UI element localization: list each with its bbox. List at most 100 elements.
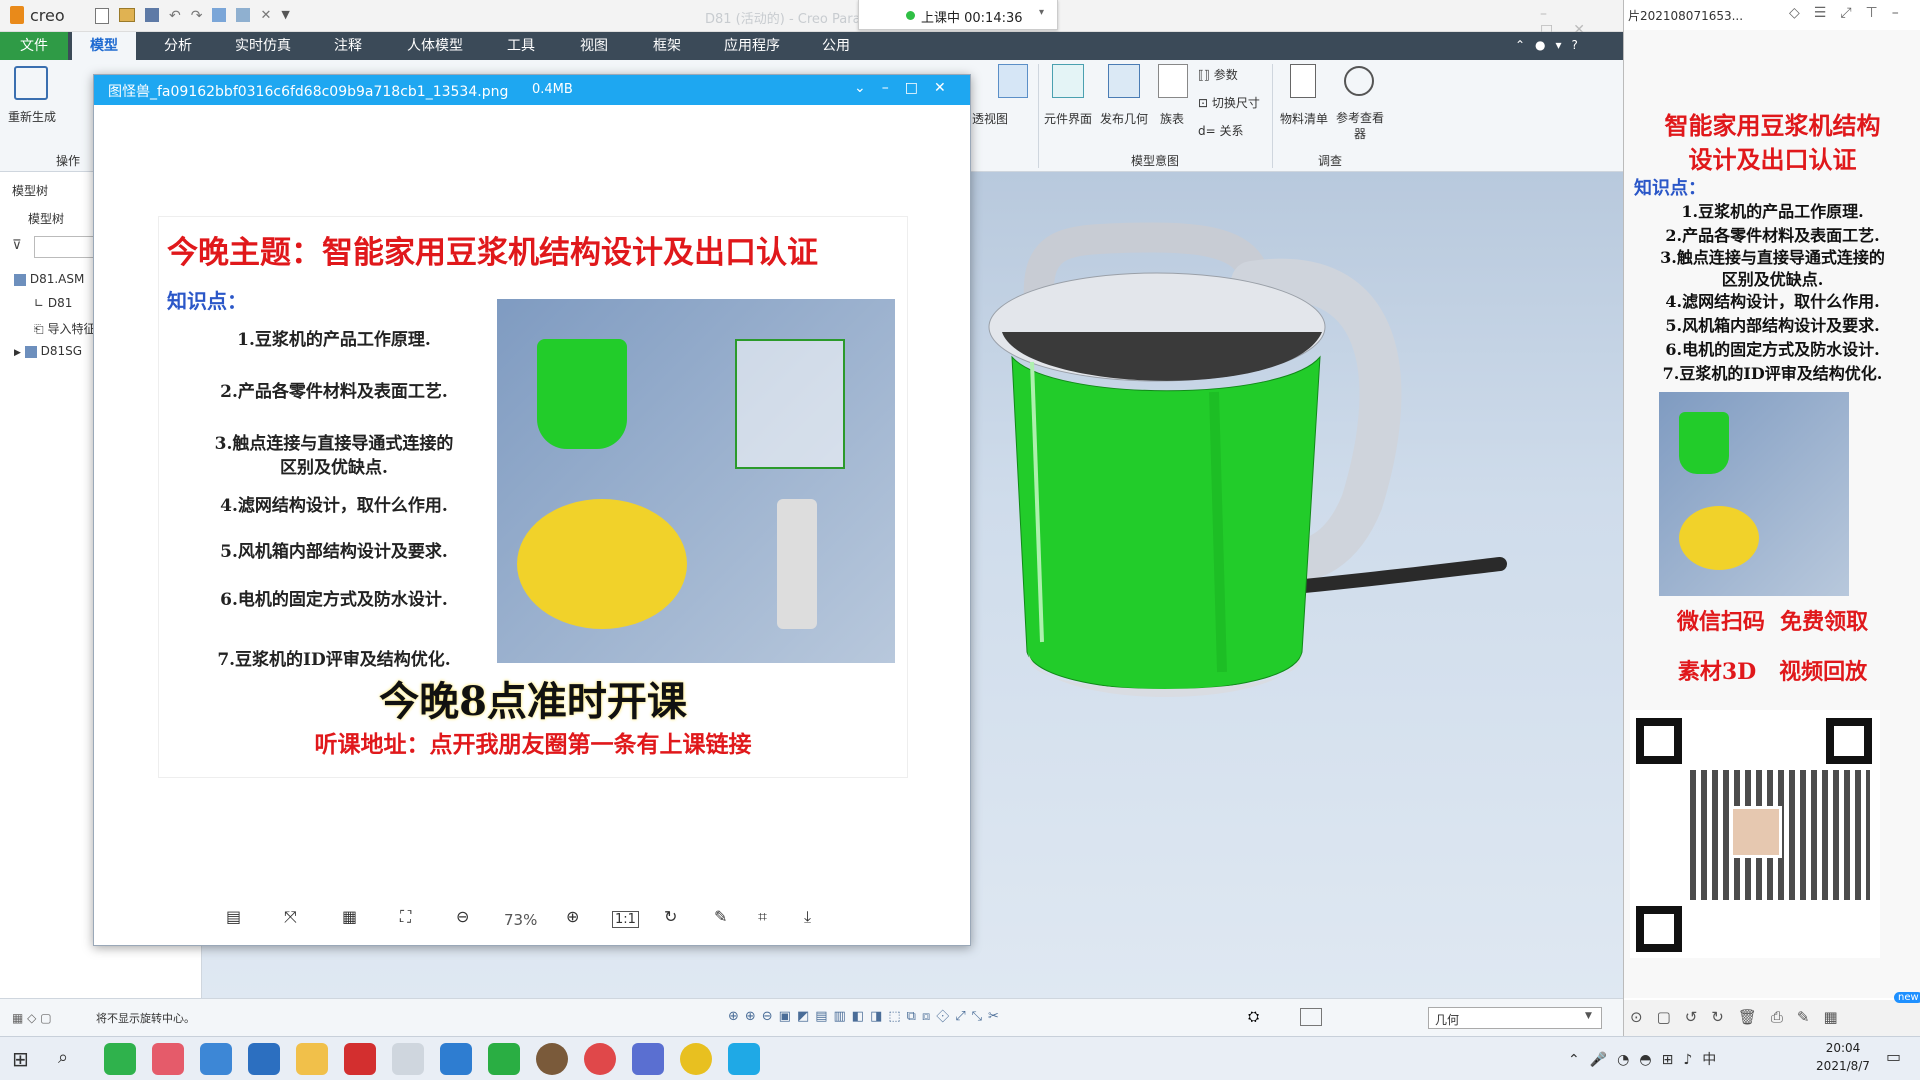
model-tree-header: 模型树 [28,212,65,226]
component-interface-button[interactable]: 元件界面 [1040,110,1096,127]
app-icon-5[interactable] [440,1043,472,1075]
creo-logo-icon [10,6,24,24]
tab-model[interactable]: 模型 [72,32,136,60]
tree-item-root[interactable]: D81.ASM [14,272,84,286]
bom-button[interactable]: 物料清单 [1278,110,1330,127]
tab-common[interactable]: 公用 [810,32,862,60]
family-table-button[interactable]: 族表 [1152,110,1192,127]
app-icon-4[interactable] [392,1043,424,1075]
tab-live-simulation[interactable]: 实时仿真 [220,32,306,60]
app-icon-3[interactable] [248,1043,280,1075]
download-icon[interactable]: ⤓ [804,907,811,927]
filter-icon[interactable]: ⊽ [12,238,22,253]
model-intent-group-label[interactable]: 模型意图 [1120,152,1190,169]
thumbnail-icon[interactable]: ▦ [342,907,357,926]
new-badge: new [1894,992,1920,1003]
tab-model-tree[interactable]: 模型树 [12,182,48,199]
investigate-group-label[interactable]: 调查 [1310,152,1350,169]
reference-viewer-button[interactable]: 参考查看器 [1334,110,1386,142]
fit-window-icon[interactable]: ⤧ [284,907,297,927]
windows-icon[interactable] [236,8,251,22]
selection-icon[interactable]: ⛭ [1248,1009,1259,1025]
save-icon[interactable] [145,8,159,22]
customize-toolbar-icon[interactable]: ▼ [281,8,289,24]
regenerate-icon[interactable] [14,66,48,100]
notifications-icon[interactable]: ▭ [1886,1047,1901,1066]
edit-icon[interactable]: ✎ [714,907,727,926]
regenerate-icon[interactable] [212,8,227,22]
zoom-in-icon[interactable]: ⊕ [566,907,579,926]
right-collage-yellow-base [1679,506,1759,570]
collage-yellow-base [517,499,687,629]
new-file-icon[interactable] [95,8,109,24]
file-explorer-icon[interactable] [296,1043,328,1075]
undo-icon[interactable]: ↶ [169,8,181,24]
fullscreen-icon[interactable]: ⛶ [400,907,411,927]
tab-analysis[interactable]: 分析 [148,32,208,60]
browser-icon[interactable] [104,1043,136,1075]
system-tray-icons[interactable]: ⌃🎤◔◓⊞♪中 [1568,1049,1726,1069]
poster-title: 今晚主题：智能家用豆浆机结构设计及出口认证 [167,235,818,271]
tree-item-d81[interactable]: ∟ D81 [34,296,72,310]
open-folder-icon[interactable] [119,8,135,22]
tree-item-import-feature[interactable]: ⎗ 导入特征 [34,320,95,337]
view-toolbar-icons[interactable]: ⊕⊕⊖▣◩▤▥◧◨⬚⧉⧈⟐⤢⤡✂ [728,1009,1005,1024]
image-viewer-window: 图怪兽_fa09162bbf0316c6fd68c09b9a718cb1_135… [93,74,971,946]
expand-arrow-icon[interactable]: ▶ [14,348,21,358]
wps-icon[interactable] [344,1043,376,1075]
status-icons[interactable]: ▦ ◇ ▢ [12,1011,52,1025]
tab-tools[interactable]: 工具 [494,32,548,60]
layout-icon[interactable]: ▤ [226,907,241,926]
display-icon[interactable] [1300,1008,1322,1026]
app-icon-2[interactable] [200,1043,232,1075]
tree-item-d81sg[interactable]: ▶ D81SG [14,344,82,358]
relations-button[interactable]: d= 关系 [1198,122,1244,139]
ribbon-divider [1272,64,1273,168]
actual-size-button[interactable]: 1:1 [612,911,639,928]
right-item-5: 5.风机箱内部结构设计及要求. [1665,316,1880,335]
poster-item-3-line2: 区别及优缺点. [280,458,388,478]
lesson-status-pill[interactable]: 上课中 00:14:36 ▾ [858,0,1058,30]
regenerate-button[interactable]: 重新生成 [6,108,58,125]
rotate-icon[interactable]: ↻ [664,907,677,926]
right-collage-green-kettle [1679,412,1729,474]
search-icon[interactable]: ⌕ [58,1047,68,1068]
selection-filter-dropdown[interactable]: 几何 ▼ [1428,1007,1602,1029]
tab-framework[interactable]: 框架 [640,32,694,60]
assembly-icon [14,273,26,286]
app-icon-6[interactable] [536,1043,568,1075]
toggle-dimensions-button[interactable]: ⊡ 切换尺寸 [1198,94,1260,111]
tree-search-input[interactable] [34,236,94,258]
perspective-view-button[interactable]: 透视图 [965,110,1015,127]
windows-start-icon[interactable]: ⊞ [12,1047,29,1071]
viewer-filesize: 0.4MB [532,82,573,97]
redo-icon[interactable]: ↷ [191,8,203,24]
app-icon-10[interactable] [728,1043,760,1075]
right-panel-controls[interactable]: ◇☰⤢⊤– [1789,5,1913,21]
tab-manikin[interactable]: 人体模型 [392,32,478,60]
right-panel-tools[interactable]: ⊙▢↺↻🗑⎙✎▦ [1630,1008,1852,1026]
tab-applications[interactable]: 应用程序 [712,32,792,60]
app-icon-9[interactable] [680,1043,712,1075]
tab-annotate[interactable]: 注释 [320,32,376,60]
wechat-icon[interactable] [488,1043,520,1075]
lid-rim [1002,332,1322,381]
poster-item-7: 7.豆浆机的ID评审及结构优化. [217,650,451,670]
app-icon-7[interactable] [584,1043,616,1075]
parameters-button[interactable]: ⟦⟧ 参数 [1198,66,1238,83]
right-title-line2: 设计及出口认证 [1688,145,1857,174]
viewer-window-controls[interactable]: ⌄–□✕ [854,80,962,96]
app-icon-8[interactable] [632,1043,664,1075]
zoom-out-icon[interactable]: ⊖ [456,907,469,926]
crop-icon[interactable]: ⌗ [758,907,767,927]
tab-view[interactable]: 视图 [566,32,622,60]
ribbon-help-icons[interactable]: ⌃●▾? [1515,38,1588,52]
app-icon-1[interactable] [152,1043,184,1075]
wechat-qr-code[interactable] [1630,710,1880,958]
tab-file[interactable]: 文件 [0,32,68,60]
family-table-icon [1158,64,1188,98]
publish-geometry-button[interactable]: 发布几何 [1096,110,1152,127]
viewer-titlebar[interactable]: 图怪兽_fa09162bbf0316c6fd68c09b9a718cb1_135… [94,75,970,105]
operations-group-label[interactable]: 操作 [48,152,88,169]
close-window-icon[interactable]: ✕ [260,8,271,24]
